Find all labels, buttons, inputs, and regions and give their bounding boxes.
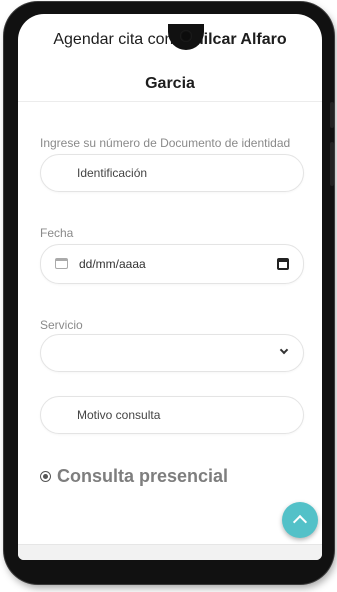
doctor-surname: Garcia <box>145 75 195 92</box>
power-button <box>330 142 334 186</box>
service-select[interactable] <box>40 334 304 372</box>
service-label: Servicio <box>40 318 83 332</box>
document-label: Ingrese su número de Documento de identi… <box>40 136 291 150</box>
reason-placeholder: Motivo consulta <box>77 408 161 422</box>
document-field[interactable]: Identificación <box>40 154 304 192</box>
title-prefix: Agendar cita con <box>53 31 178 48</box>
chevron-up-icon <box>292 514 308 530</box>
consult-type-label: Consulta presencial <box>57 465 229 486</box>
consult-type-option[interactable]: Consulta presencial <box>40 464 228 488</box>
app-screen: Agendar cita con Amilcar Alfaro Garcia I… <box>18 14 322 560</box>
bottom-bar <box>18 544 322 560</box>
scroll-top-button[interactable] <box>282 502 318 538</box>
phone-frame: Agendar cita con Amilcar Alfaro Garcia I… <box>4 2 334 584</box>
volume-button <box>330 102 334 128</box>
calendar-picker-icon[interactable] <box>277 258 289 270</box>
reason-field[interactable]: Motivo consulta <box>40 396 304 434</box>
document-placeholder: Identificación <box>77 166 148 180</box>
date-placeholder: dd/mm/aaaa <box>79 257 146 271</box>
calendar-icon <box>55 258 68 269</box>
radio-checked-icon[interactable] <box>40 470 51 482</box>
date-label: Fecha <box>40 226 74 240</box>
chevron-down-icon <box>279 345 289 355</box>
date-field[interactable]: dd/mm/aaaa <box>40 244 304 284</box>
